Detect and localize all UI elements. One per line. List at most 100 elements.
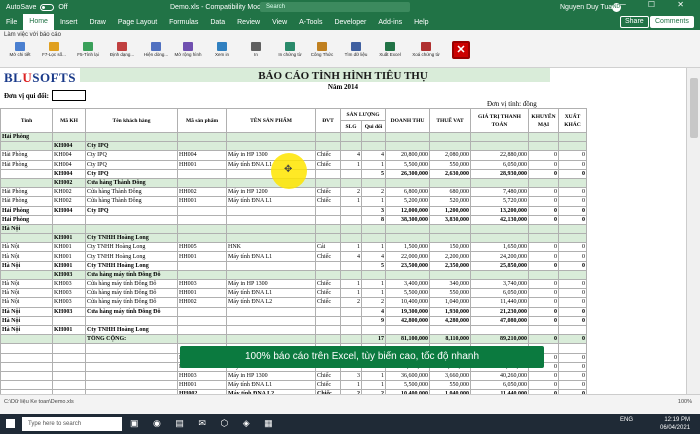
search-box[interactable]: Search <box>260 2 410 12</box>
table-cell[interactable]: Cty TNHH Hoàng Long <box>85 260 178 271</box>
table-cell[interactable] <box>361 233 386 244</box>
table-cell[interactable] <box>470 177 529 189</box>
table-cell[interactable]: TỔNG CỘNG: <box>85 334 178 345</box>
tab-file[interactable]: File <box>0 19 23 26</box>
table-cell[interactable] <box>340 334 362 345</box>
table-cell[interactable] <box>177 306 227 317</box>
table-cell[interactable] <box>0 352 53 363</box>
tab-home[interactable]: Home <box>23 14 54 30</box>
table-row[interactable]: Hà Nội KH003 Cửa hàng máy tính Đông Đô HH00… <box>0 288 587 299</box>
table-cell[interactable]: Máy in HP 1200 <box>226 187 316 198</box>
table-cell[interactable]: Chiếc <box>315 150 341 161</box>
vertical-scrollbar[interactable] <box>686 68 700 394</box>
table-cell[interactable] <box>315 168 341 179</box>
table-cell[interactable] <box>528 177 559 189</box>
taskbar-search[interactable]: Type here to search <box>22 417 122 431</box>
autosave-toggle[interactable] <box>40 3 55 11</box>
table-cell[interactable]: KH001 <box>52 324 86 336</box>
unit-input[interactable] <box>52 90 86 101</box>
table-cell[interactable] <box>361 177 386 189</box>
table-cell[interactable] <box>226 141 316 152</box>
table-cell[interactable] <box>340 223 362 235</box>
table-cell[interactable] <box>470 324 529 336</box>
table-cell[interactable]: 0 <box>528 168 559 179</box>
table-row[interactable]: Hà Nội KH003 Cửa hàng máy tính Đông Đô HH00… <box>0 278 587 290</box>
table-cell[interactable] <box>340 205 362 216</box>
table-cell[interactable]: 1,930,000 <box>429 306 471 317</box>
table-cell[interactable] <box>0 334 53 345</box>
table-cell[interactable]: Hải Phòng <box>0 205 53 216</box>
table-cell[interactable] <box>429 131 471 143</box>
table-cell[interactable] <box>226 260 316 271</box>
table-cell[interactable]: 3 <box>340 370 362 382</box>
table-cell[interactable]: Cty TNHH Hoàng Long <box>85 233 178 244</box>
ribbon-button-8[interactable]: In chứng từ <box>274 42 306 66</box>
table-cell[interactable] <box>0 141 53 152</box>
ribbon-button-12[interactable]: Xoá chứng từ <box>410 42 442 66</box>
table-cell[interactable]: Cty IPQ <box>85 205 178 216</box>
table-cell[interactable]: KH004 <box>52 205 86 216</box>
table-cell[interactable] <box>470 131 529 143</box>
table-cell[interactable]: Chiếc <box>315 196 341 207</box>
table-cell[interactable]: Cty IPQ <box>85 141 178 152</box>
table-cell[interactable]: 550,000 <box>429 288 471 299</box>
table-cell[interactable] <box>0 168 53 179</box>
table-cell[interactable] <box>558 269 587 281</box>
table-cell[interactable] <box>85 361 178 372</box>
table-cell[interactable]: 0 <box>528 260 559 271</box>
table-row[interactable]: Hà Nội 9 42,800,000 4,280,000 47,080,000 0 0 <box>0 315 587 326</box>
table-cell[interactable]: Hải Phòng <box>0 196 53 207</box>
table-cell[interactable]: 38,300,000 <box>385 214 430 225</box>
table-cell[interactable]: Cửa hàng Thành Đông <box>85 196 178 207</box>
table-cell[interactable] <box>315 306 341 317</box>
table-cell[interactable] <box>85 131 178 143</box>
table-cell[interactable]: 3 <box>361 205 386 216</box>
table-cell[interactable]: HH002 <box>177 187 227 198</box>
table-cell[interactable]: 1 <box>340 278 362 290</box>
table-cell[interactable]: 0 <box>558 361 587 372</box>
windows-start-icon[interactable] <box>6 419 15 428</box>
table-cell[interactable]: KH003 <box>52 288 86 299</box>
table-cell[interactable]: 0 <box>558 352 587 363</box>
table-cell[interactable]: Máy in HP 1300 <box>226 278 316 290</box>
table-cell[interactable]: 1,650,000 <box>470 242 529 253</box>
table-cell[interactable] <box>177 260 227 271</box>
table-cell[interactable] <box>315 177 341 189</box>
table-cell[interactable]: 2 <box>340 187 362 198</box>
table-cell[interactable]: 5 <box>361 168 386 179</box>
table-row[interactable]: Hà Nội KH003 Cửa hàng máy tính Đông Đô HH00… <box>0 297 587 308</box>
table-cell[interactable] <box>528 324 559 336</box>
ribbon-button-4[interactable]: Hiện dòng... <box>140 42 172 66</box>
table-cell[interactable] <box>0 343 53 354</box>
table-cell[interactable] <box>340 315 362 326</box>
table-cell[interactable] <box>177 223 227 235</box>
table-cell[interactable] <box>226 306 316 317</box>
tab-a-tools[interactable]: A-Tools <box>293 19 328 26</box>
table-cell[interactable]: 0 <box>558 168 587 179</box>
table-cell[interactable] <box>385 141 430 152</box>
ribbon-button-2[interactable]: F5-Tính lại <box>72 42 104 66</box>
table-cell[interactable]: Hà Nội <box>0 306 53 317</box>
table-cell[interactable]: Chiếc <box>315 297 341 308</box>
table-cell[interactable]: Chiếc <box>315 187 341 198</box>
table-cell[interactable]: 6,800,000 <box>385 187 430 198</box>
table-cell[interactable] <box>470 269 529 281</box>
tab-insert[interactable]: Insert <box>54 19 84 26</box>
table-cell[interactable]: 0 <box>528 334 559 345</box>
table-cell[interactable]: 5,200,000 <box>385 196 430 207</box>
table-cell[interactable]: 3,830,000 <box>429 214 471 225</box>
table-cell[interactable] <box>361 324 386 336</box>
table-cell[interactable]: 2,350,000 <box>429 260 471 271</box>
table-cell[interactable]: Hà Nội <box>0 251 53 262</box>
table-cell[interactable]: 0 <box>558 288 587 299</box>
table-cell[interactable]: KH004 <box>52 141 86 152</box>
table-row[interactable]: Hải Phòng 8 38,300,000 3,830,000 42,130,000 0… <box>0 214 587 225</box>
table-cell[interactable] <box>528 233 559 244</box>
table-cell[interactable] <box>85 214 178 225</box>
table-cell[interactable] <box>226 334 316 345</box>
table-cell[interactable]: KH003 <box>52 269 86 281</box>
table-cell[interactable]: 4,280,000 <box>429 315 471 326</box>
table-cell[interactable]: 89,210,000 <box>470 334 529 345</box>
table-cell[interactable] <box>226 223 316 235</box>
table-cell[interactable]: Hà Nội <box>0 315 53 326</box>
